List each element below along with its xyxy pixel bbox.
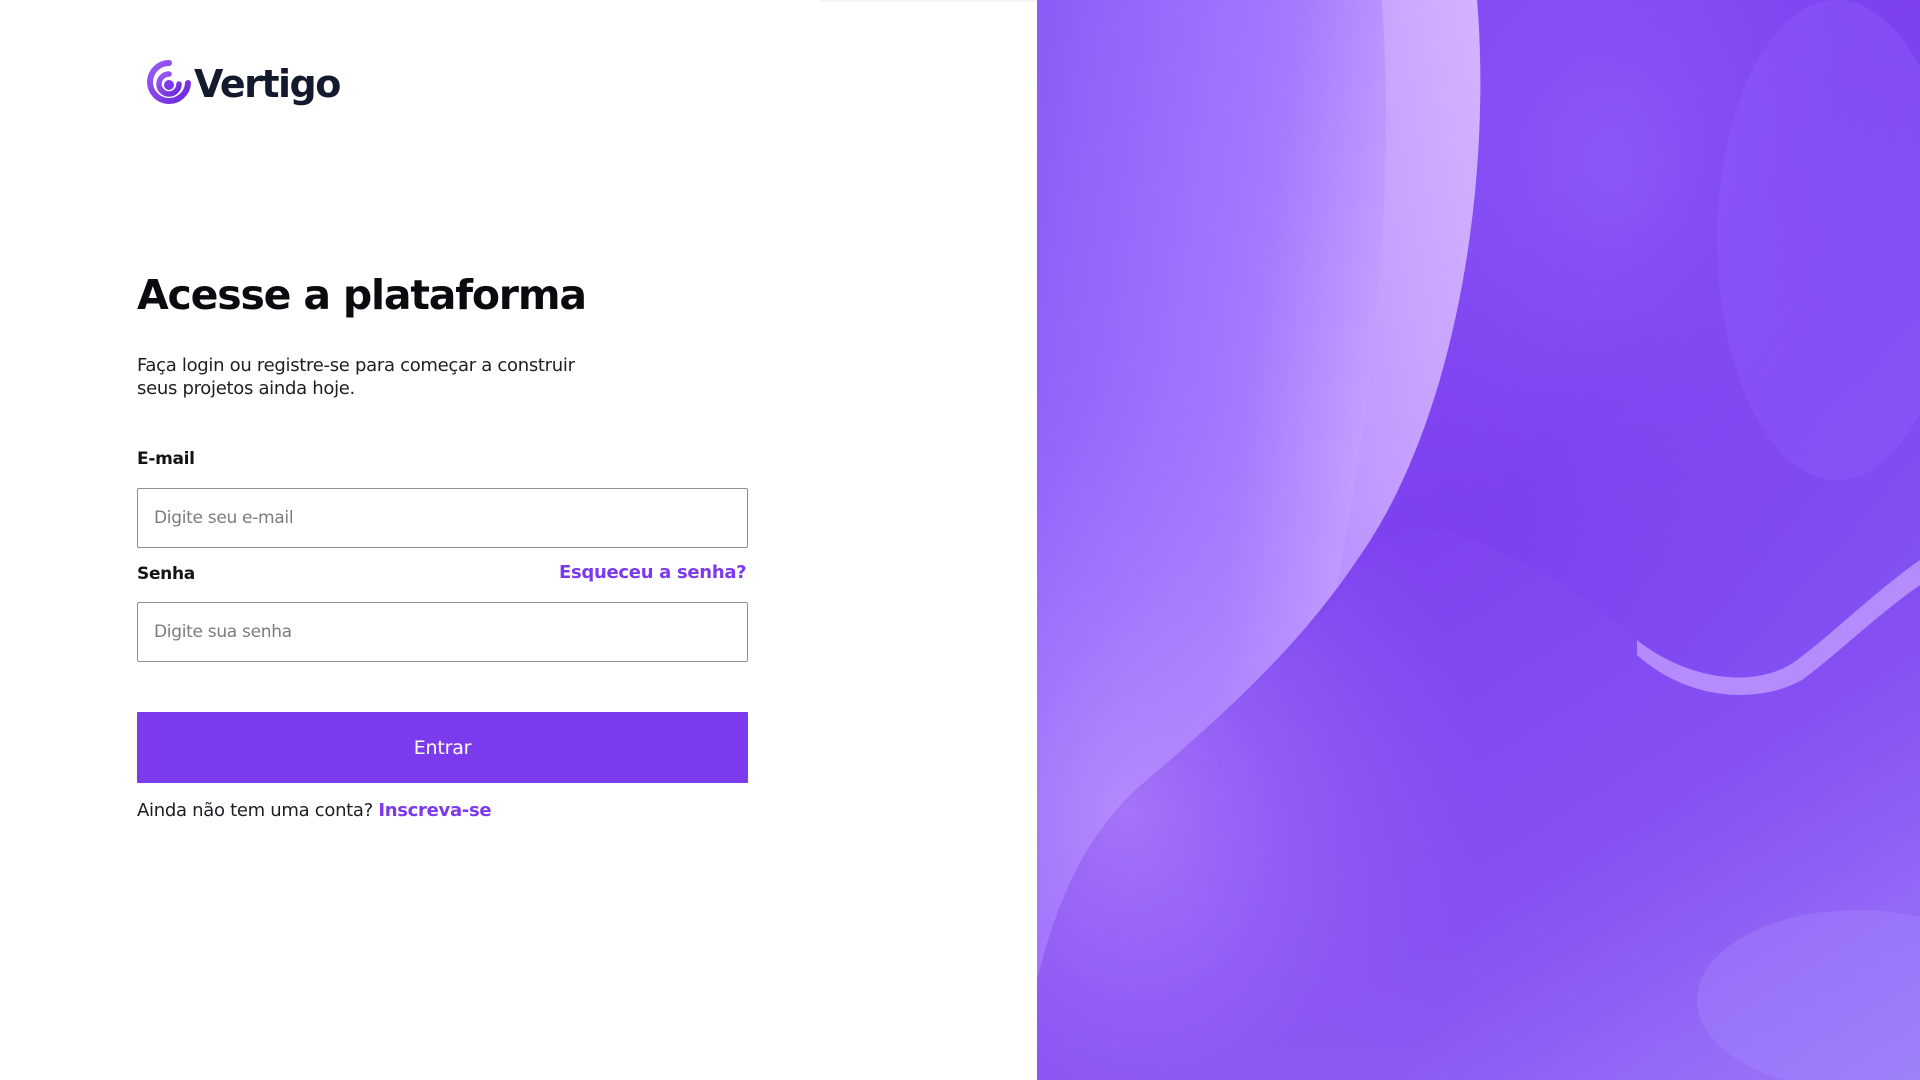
signal-rings-icon (147, 60, 191, 104)
abstract-waves-illustration (1037, 0, 1920, 1080)
forgot-password-link[interactable]: Esqueceu a senha? (559, 562, 747, 583)
subtitle-line-1: Faça login ou registre-se para começar a… (137, 355, 575, 376)
password-field[interactable] (137, 602, 748, 662)
subtitle-line-2: seus projetos ainda hoje. (137, 378, 355, 399)
page-subtitle: Faça login ou registre-se para começar a… (137, 354, 597, 400)
password-label: Senha (137, 564, 195, 584)
login-panel: Vertigo Acesse a plataforma Faça login o… (0, 0, 1037, 1080)
login-button[interactable]: Entrar (137, 712, 748, 783)
signup-link[interactable]: Inscreva-se (378, 800, 491, 821)
brand-name: Vertigo (194, 62, 341, 106)
page-title: Acesse a plataforma (137, 271, 587, 319)
email-label: E-mail (137, 449, 195, 469)
signup-row: Ainda não tem uma conta? Inscreva-se (137, 800, 492, 821)
brand-logo: Vertigo (146, 56, 341, 112)
top-edge-shadow (820, 0, 1037, 3)
email-field[interactable] (137, 488, 748, 548)
login-page: Vertigo Acesse a plataforma Faça login o… (0, 0, 1920, 1080)
decorative-wave-panel (1037, 0, 1920, 1080)
signup-prompt: Ainda não tem uma conta? (137, 800, 373, 821)
